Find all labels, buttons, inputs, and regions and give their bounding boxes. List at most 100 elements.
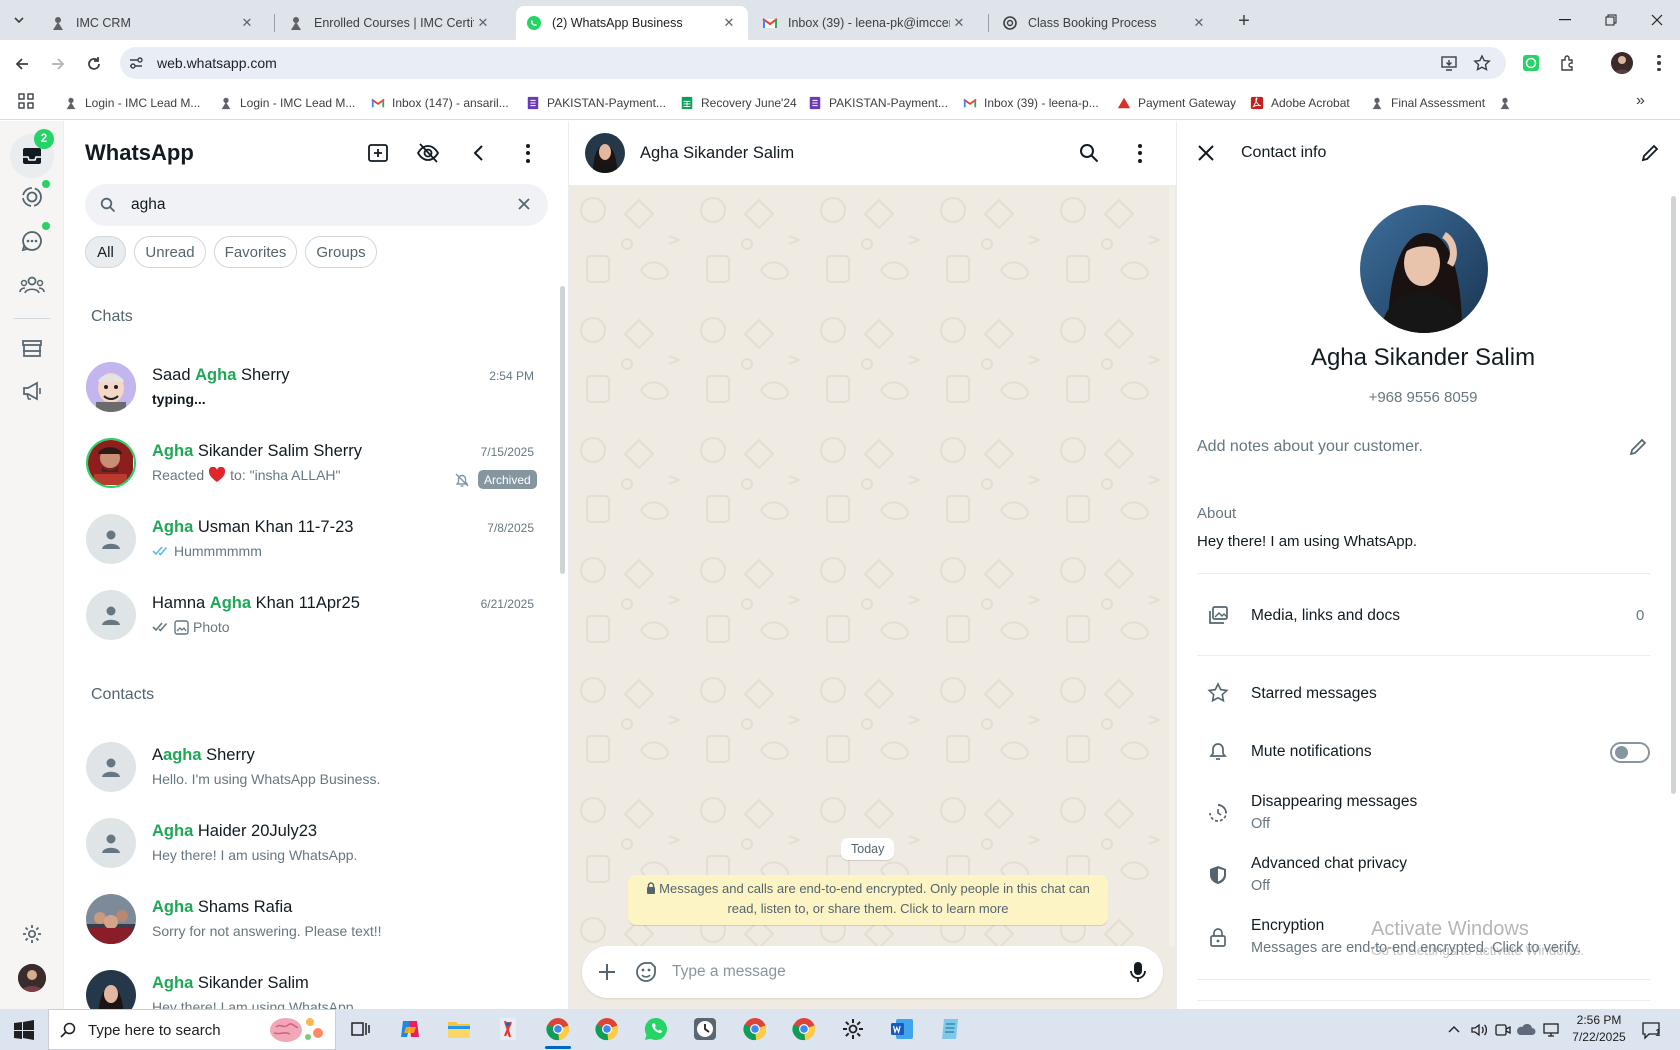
bookmark-star-icon[interactable]	[1473, 54, 1491, 72]
contact-row[interactable]: Agha Sikander Salim Hey there! I am usin…	[64, 960, 554, 1009]
contact-profile-photo[interactable]	[1360, 205, 1488, 333]
omnibox[interactable]	[120, 47, 1506, 79]
whatsapp-extension-icon[interactable]	[1522, 54, 1540, 72]
chrome-icon[interactable]	[742, 1016, 768, 1042]
clock-date[interactable]: 7/22/2025	[1571, 1030, 1627, 1044]
bookmarks-overflow-icon[interactable]: »	[1636, 92, 1654, 110]
microphone-icon[interactable]	[1130, 960, 1146, 984]
chat-header-avatar[interactable]	[585, 133, 625, 173]
notepad-icon[interactable]	[938, 1016, 964, 1042]
browser-tab-imc-crm[interactable]: IMC CRM ✕	[40, 6, 266, 40]
contact-row[interactable]: Aagha Sherry Hello. I'm using WhatsApp B…	[64, 732, 554, 808]
edit-pencil-icon[interactable]	[1640, 143, 1660, 163]
my-profile-avatar[interactable]	[18, 964, 46, 992]
chrome-icon[interactable]	[791, 1016, 817, 1042]
tab-search-button[interactable]	[8, 9, 30, 31]
meet-now-icon[interactable]	[1494, 1021, 1512, 1039]
browser-tab-whatsapp[interactable]: (2) WhatsApp Business ✕	[516, 6, 748, 40]
show-hidden-icons-chevron[interactable]	[1448, 1024, 1460, 1036]
copilot-icon[interactable]	[397, 1016, 423, 1042]
clock-app-icon[interactable]	[692, 1016, 718, 1042]
edit-notes-pencil-icon[interactable]	[1628, 437, 1648, 457]
restore-button[interactable]	[1594, 10, 1628, 30]
apps-grid-icon[interactable]	[18, 93, 34, 109]
url-text[interactable]: web.whatsapp.com	[157, 55, 277, 71]
bookmark-login-imc-2[interactable]: Login - IMC Lead M...	[219, 92, 355, 114]
word-icon[interactable]	[889, 1016, 915, 1042]
close-icon[interactable]: ✕	[238, 14, 256, 32]
filter-groups[interactable]: Groups	[305, 236, 377, 268]
info-scrollbar[interactable]	[1671, 196, 1676, 794]
whatsapp-app-icon[interactable]	[643, 1016, 669, 1042]
bookmark-pakistan-payment-1[interactable]: PAKISTAN-Payment...	[526, 92, 666, 114]
chrome-icon[interactable]	[545, 1016, 571, 1042]
communities-icon[interactable]	[19, 274, 45, 296]
chat-row[interactable]: Saad Agha Sherry typing... 2:54 PM	[64, 352, 554, 428]
encryption-notice[interactable]: Messages and calls are end-to-end encryp…	[628, 875, 1108, 925]
network-icon[interactable]	[1542, 1021, 1560, 1039]
chat-menu-icon[interactable]	[1134, 143, 1146, 163]
hide-eye-icon[interactable]	[416, 141, 440, 165]
close-icon[interactable]: ✕	[474, 14, 492, 32]
bookmark-adobe-acrobat[interactable]: Adobe Acrobat	[1250, 92, 1350, 114]
broadcast-megaphone-icon[interactable]	[21, 380, 43, 402]
minimize-button[interactable]	[1548, 10, 1582, 30]
start-windows-icon[interactable]	[14, 1020, 34, 1040]
task-view-icon[interactable]	[347, 1016, 373, 1042]
settings-gear-icon[interactable]	[21, 923, 43, 945]
chrome-icon[interactable]	[594, 1016, 620, 1042]
list-menu-icon[interactable]	[522, 143, 534, 163]
contact-row[interactable]: Agha Shams Rafia Sorry for not answering…	[64, 884, 554, 960]
reload-button[interactable]	[82, 52, 106, 76]
close-icon[interactable]: ✕	[950, 14, 968, 32]
bookmark-final-assessment[interactable]: Final Assessment	[1370, 92, 1485, 114]
forward-button[interactable]	[46, 52, 70, 76]
onedrive-cloud-icon[interactable]	[1516, 1021, 1536, 1039]
filter-unread[interactable]: Unread	[134, 236, 206, 268]
close-icon[interactable]: ✕	[720, 14, 738, 32]
browser-tab-enrolled-courses[interactable]: Enrolled Courses | IMC Certifica ✕	[278, 6, 502, 40]
extensions-puzzle-icon[interactable]	[1559, 54, 1577, 72]
attach-plus-icon[interactable]	[596, 961, 618, 983]
volume-icon[interactable]	[1470, 1021, 1488, 1039]
taskbar-search-input[interactable]: Type here to search	[88, 1022, 221, 1039]
close-icon[interactable]: ✕	[1190, 14, 1208, 32]
conversation-scrollbar[interactable]	[1169, 186, 1175, 946]
collapse-chevron-icon[interactable]	[470, 143, 488, 163]
chat-header-name[interactable]: Agha Sikander Salim	[640, 144, 794, 163]
site-info-icon[interactable]	[128, 55, 144, 71]
bookmark-extra[interactable]	[1498, 92, 1519, 114]
new-chat-icon[interactable]	[366, 141, 390, 165]
chat-row[interactable]: Hamna Agha Khan 11Apr25 Photo 6/21/2025	[64, 580, 554, 656]
catalog-store-icon[interactable]	[21, 337, 43, 359]
filter-all[interactable]: All	[85, 236, 126, 268]
search-in-chat-icon[interactable]	[1079, 143, 1099, 163]
bookmark-inbox-39[interactable]: Inbox (39) - leena-p...	[963, 92, 1099, 114]
sticker-icon[interactable]	[635, 961, 657, 983]
clear-search-icon[interactable]	[517, 197, 531, 211]
clock-time[interactable]: 2:56 PM	[1571, 1013, 1627, 1027]
bookmark-login-imc-1[interactable]: Login - IMC Lead M...	[64, 92, 200, 114]
channels-icon[interactable]	[21, 230, 43, 252]
bookmark-pakistan-payment-2[interactable]: PAKISTAN-Payment...	[808, 92, 948, 114]
bookmark-recovery-june[interactable]: Recovery June'24	[680, 92, 797, 114]
search-input[interactable]: agha	[131, 196, 165, 214]
browser-tab-class-booking[interactable]: Class Booking Process ✕	[992, 6, 1218, 40]
close-window-button[interactable]	[1640, 10, 1674, 30]
chat-row[interactable]: Agha Usman Khan 11-7-23 Hummmmmm 7/8/202…	[64, 504, 554, 580]
new-tab-button[interactable]: +	[1232, 9, 1256, 33]
mute-toggle[interactable]	[1610, 742, 1650, 763]
bookmark-inbox-147[interactable]: Inbox (147) - ansaril...	[371, 92, 509, 114]
notes-input[interactable]: Add notes about your customer.	[1197, 438, 1423, 456]
browser-menu-icon[interactable]	[1650, 54, 1668, 72]
install-app-icon[interactable]	[1440, 54, 1458, 72]
browser-tab-gmail[interactable]: Inbox (39) - leena-pk@imccerti ✕	[752, 6, 978, 40]
contact-row[interactable]: Agha Haider 20July23 Hey there! I am usi…	[64, 808, 554, 884]
close-icon[interactable]	[1197, 144, 1215, 162]
status-icon[interactable]	[21, 186, 43, 208]
list-scrollbar[interactable]	[560, 286, 565, 574]
profile-avatar[interactable]	[1611, 52, 1633, 74]
chat-row[interactable]: Agha Sikander Salim Sherry Reacted to: "…	[64, 428, 554, 504]
back-button[interactable]	[10, 52, 34, 76]
settings-gear-icon[interactable]	[840, 1016, 866, 1042]
